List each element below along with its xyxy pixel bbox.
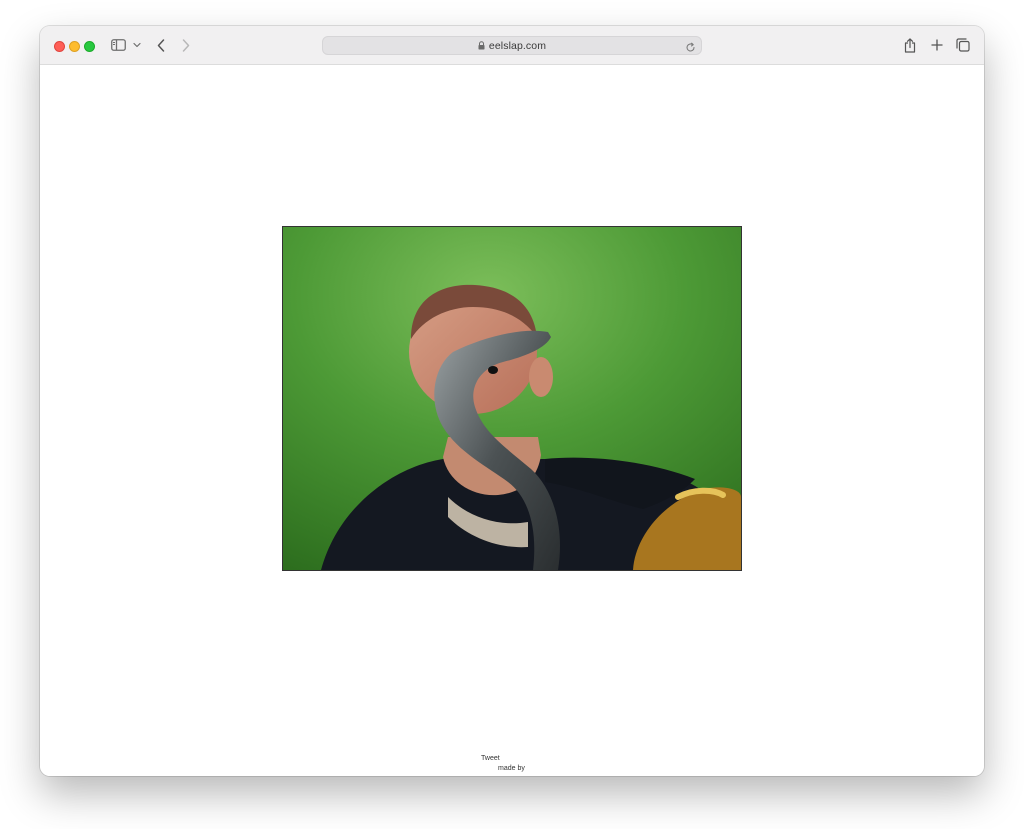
tweet-link[interactable]: Tweet <box>481 755 500 762</box>
browser-toolbar: eelslap.com <box>40 26 984 65</box>
browser-window: eelslap.com Tweet made by <box>40 26 984 776</box>
back-button[interactable] <box>156 37 166 53</box>
url-text: eelslap.com <box>488 39 547 52</box>
tab-overview-icon <box>956 38 970 52</box>
address-bar[interactable]: eelslap.com <box>322 36 702 55</box>
maximize-window-button[interactable] <box>84 41 95 52</box>
sidebar-toggle-button[interactable] <box>110 37 126 53</box>
chevron-left-icon <box>157 38 165 52</box>
chevron-down-icon <box>132 42 141 48</box>
eel-slap-animation[interactable] <box>282 226 742 571</box>
tab-overview-button[interactable] <box>956 37 970 53</box>
new-tab-button[interactable] <box>930 37 943 53</box>
lock-icon <box>478 41 485 50</box>
tab-group-menu-button[interactable] <box>132 37 141 53</box>
share-button[interactable] <box>903 37 917 53</box>
eel-slap-image <box>283 227 741 570</box>
plus-icon <box>930 39 943 51</box>
desktop-stage: eelslap.com Tweet made by <box>0 0 1024 829</box>
close-window-button[interactable] <box>54 41 65 52</box>
reload-icon <box>686 42 695 52</box>
minimize-window-button[interactable] <box>69 41 80 52</box>
page-content: Tweet made by <box>40 65 984 776</box>
reload-button[interactable] <box>685 40 696 52</box>
sidebar-icon <box>110 39 126 51</box>
chevron-right-icon <box>182 38 190 52</box>
forward-button[interactable] <box>181 37 191 53</box>
share-icon <box>904 37 916 53</box>
made-by-text: made by <box>498 765 525 772</box>
